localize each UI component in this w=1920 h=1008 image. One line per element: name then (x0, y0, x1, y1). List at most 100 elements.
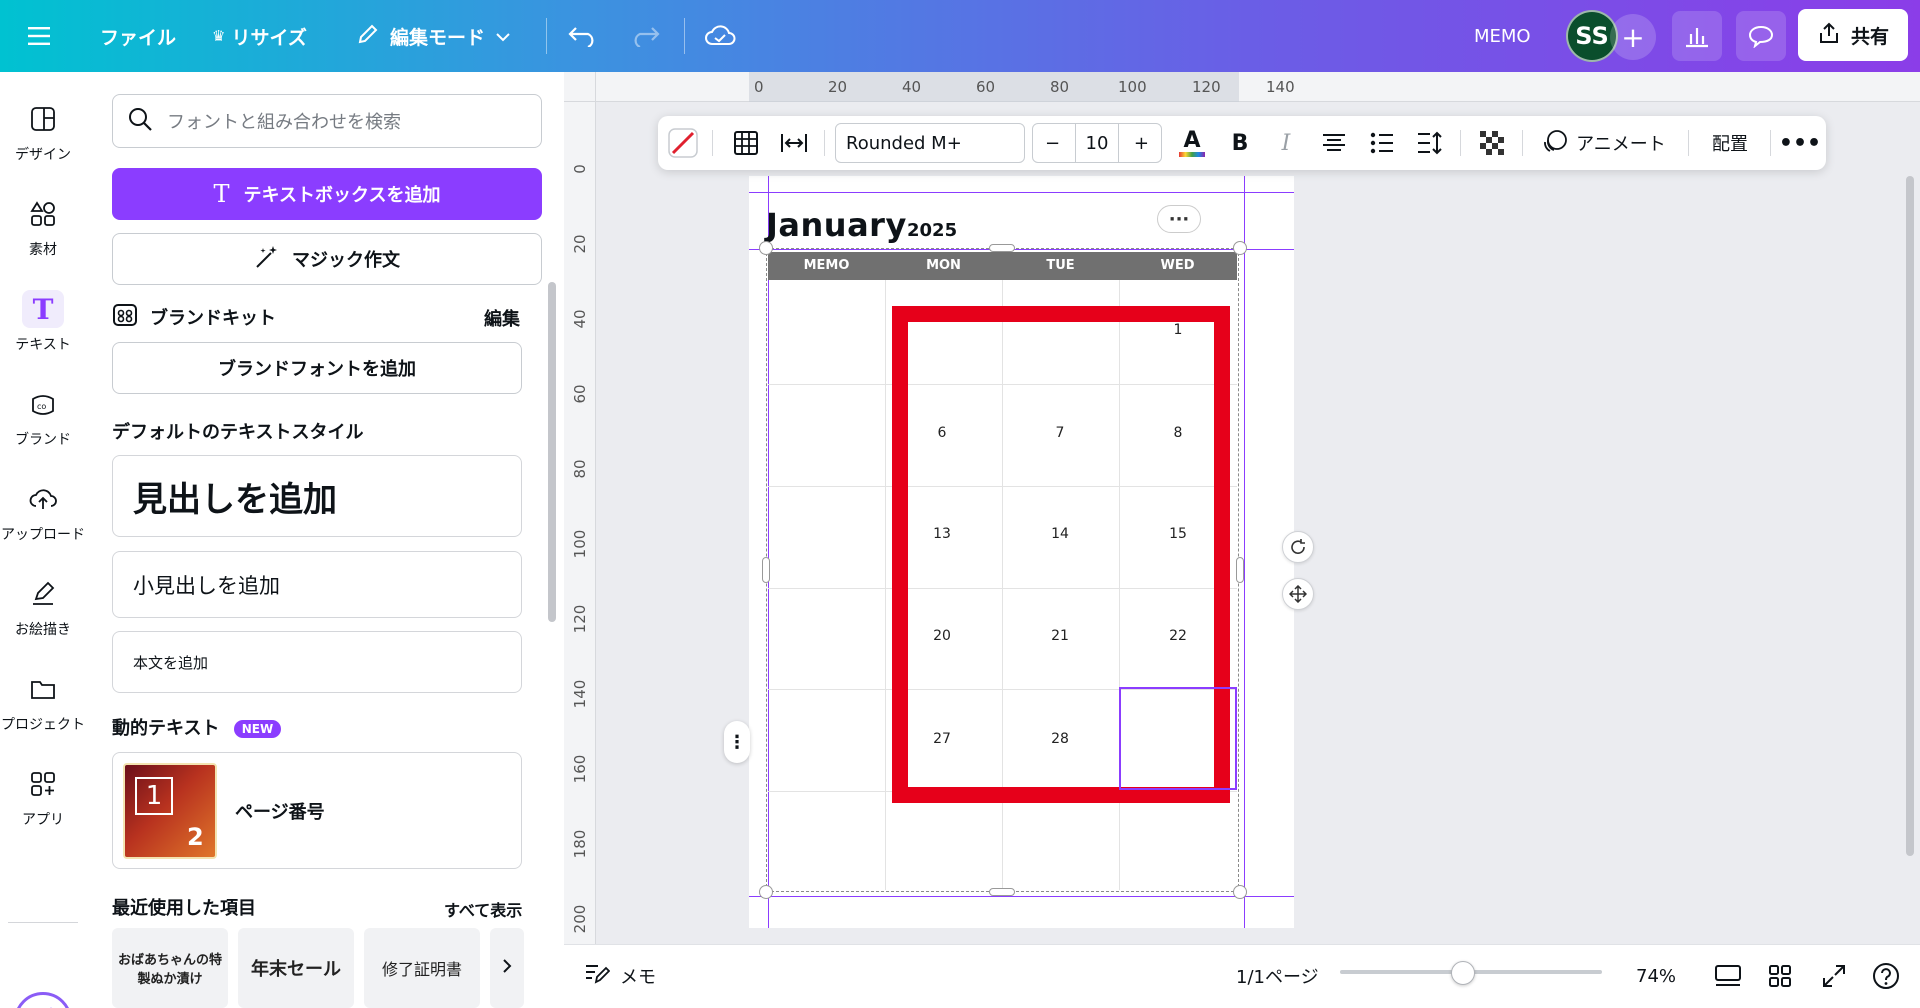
page-indicator[interactable]: 1/1ページ (1236, 944, 1319, 1008)
canvas-scrollbar[interactable] (1906, 176, 1914, 856)
brand-icon: co (22, 385, 64, 423)
move-icon[interactable] (1282, 578, 1314, 610)
more-vertical-icon[interactable]: ⋮ (724, 721, 750, 763)
insights-chart-icon[interactable] (1672, 11, 1722, 61)
resize-handle[interactable] (762, 557, 770, 583)
brand-kit-edit-link[interactable]: 編集 (484, 305, 520, 331)
notes-icon (584, 962, 611, 991)
rail-item-elements[interactable]: 素材 (0, 187, 86, 267)
rail-divider (8, 922, 78, 923)
zoom-slider-thumb[interactable] (1451, 961, 1476, 985)
resize-handle[interactable] (989, 244, 1015, 252)
add-body-label: 本文を追加 (133, 653, 209, 672)
dynamic-text-title: 動的テキスト NEW (112, 714, 282, 740)
rail-item-apps[interactable]: アプリ (0, 757, 86, 837)
calendar-month[interactable]: January (766, 206, 907, 244)
zoom-value[interactable]: 74% (1636, 944, 1676, 1008)
pen-icon (22, 575, 64, 613)
font-size-value[interactable]: 10 (1075, 124, 1119, 162)
line-spacing-icon[interactable] (1412, 116, 1448, 170)
show-all-link[interactable]: すべて表示 (444, 897, 522, 921)
position-button[interactable]: 配置 (1700, 116, 1760, 170)
toolbar-divider (1770, 130, 1771, 156)
share-button[interactable]: 共有 (1798, 9, 1908, 61)
rail-item-text[interactable]: T テキスト (0, 282, 86, 362)
apps-icon (22, 765, 64, 803)
page-number-card[interactable]: 1 2 ページ番号 (112, 752, 522, 869)
more-horizontal-icon[interactable]: ••• (1779, 116, 1821, 170)
resize-handle[interactable] (759, 885, 773, 899)
text-t-icon: T (213, 180, 230, 208)
font-family-dropdown[interactable]: Rounded M+ (835, 123, 1025, 163)
rotate-icon[interactable] (1282, 531, 1314, 563)
search-icon (127, 106, 153, 137)
bullet-list-icon[interactable] (1364, 116, 1400, 170)
decrease-size-icon[interactable]: − (1045, 133, 1060, 154)
italic-icon[interactable]: I (1268, 116, 1304, 170)
recent-thumb[interactable]: 年末セール (238, 928, 354, 1008)
resize-handle[interactable] (1233, 885, 1247, 899)
toolbar-divider (712, 130, 713, 156)
comment-icon[interactable] (1736, 11, 1786, 61)
resize-handle[interactable] (759, 241, 773, 255)
upload-share-icon (1817, 21, 1841, 50)
toolbar-divider (824, 130, 825, 156)
calendar-year[interactable]: 2025 (907, 220, 957, 241)
fullscreen-icon[interactable] (1822, 944, 1846, 1008)
undo-icon[interactable] (568, 0, 598, 72)
no-fill-color-icon[interactable] (664, 116, 702, 170)
column-width-icon[interactable] (776, 116, 812, 170)
add-body-card[interactable]: 本文を追加 (112, 631, 522, 693)
recent-thumb[interactable]: おばあちゃんの特製ぬか漬け (112, 928, 228, 1008)
add-heading-card[interactable]: 見出しを追加 (112, 455, 522, 537)
grid-view-icon[interactable] (1768, 944, 1792, 1008)
magic-write-button[interactable]: マジック作文 (112, 233, 542, 285)
panel-scrollbar[interactable] (548, 282, 556, 622)
menu-icon[interactable] (28, 0, 50, 72)
redo-icon[interactable] (630, 0, 660, 72)
rail-item-design[interactable]: デザイン (0, 92, 86, 172)
brand-kit-header: ブランドキット (112, 302, 522, 332)
rail-item-brand[interactable]: co ブランド (0, 377, 86, 457)
animate-button[interactable]: アニメート (1536, 116, 1672, 170)
invite-plus-icon[interactable]: + (1610, 14, 1656, 60)
font-size-stepper[interactable]: − 10 + (1032, 123, 1162, 163)
resize-button[interactable]: ♛ リサイズ (212, 0, 307, 72)
rail-item-uploads[interactable]: アップロード (0, 472, 86, 552)
rail-item-projects[interactable]: プロジェクト (0, 662, 86, 742)
text-color-icon[interactable]: A (1172, 116, 1212, 170)
table-grid-icon[interactable] (728, 116, 764, 170)
rail-item-draw[interactable]: お絵描き (0, 567, 86, 647)
resize-handle[interactable] (1236, 557, 1244, 583)
toolbar-divider (684, 18, 685, 54)
recent-thumb[interactable]: 修了証明書 (364, 928, 480, 1008)
chevron-down-icon (495, 25, 511, 47)
magic-assistant-button[interactable] (14, 992, 72, 1008)
crown-icon: ♛ (212, 27, 226, 45)
add-brand-font-button[interactable]: ブランドフォントを追加 (112, 342, 522, 394)
font-search-input[interactable]: フォントと組み合わせを検索 (112, 94, 542, 148)
add-textbox-button[interactable]: T テキストボックスを追加 (112, 168, 542, 220)
more-options-icon[interactable]: ··· (1157, 205, 1201, 233)
file-menu[interactable]: ファイル (100, 0, 176, 72)
edit-mode-dropdown[interactable]: 編集モード (356, 0, 511, 72)
recent-scroll-next[interactable] (490, 928, 524, 1008)
help-icon[interactable] (1872, 944, 1900, 1008)
resize-handle[interactable] (1233, 241, 1247, 255)
ruler-left-label: 140 (571, 679, 589, 709)
notes-button[interactable]: メモ (584, 944, 656, 1008)
align-center-icon[interactable] (1316, 116, 1352, 170)
ruler-left-label: 0 (571, 164, 589, 174)
project-name[interactable]: MEMO (1474, 0, 1531, 72)
resize-handle[interactable] (989, 888, 1015, 896)
page-view-icon[interactable] (1714, 944, 1742, 1008)
cloud-upload-icon (22, 480, 64, 518)
magic-wand-icon (254, 244, 280, 275)
add-subheading-card[interactable]: 小見出しを追加 (112, 551, 522, 618)
page-number-label: ページ番号 (235, 801, 325, 823)
toolbar-divider (1522, 130, 1523, 156)
transparency-icon[interactable] (1474, 116, 1510, 170)
increase-size-icon[interactable]: + (1134, 133, 1149, 154)
bold-icon[interactable]: B (1222, 116, 1258, 170)
cloud-saved-icon[interactable] (704, 0, 736, 72)
